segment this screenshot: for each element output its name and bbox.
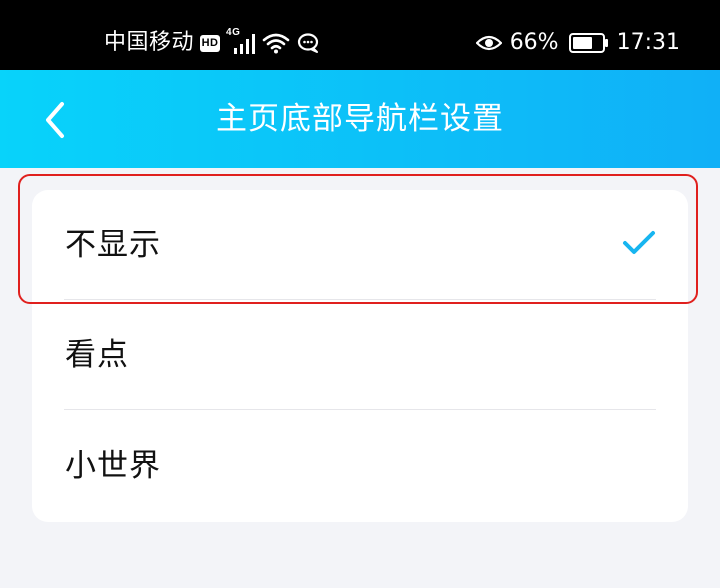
signal-icon: 4G: [226, 28, 256, 56]
status-bar: 中国移动 HD 4G 66% 17:31: [0, 0, 720, 70]
option-label: 小世界: [65, 448, 161, 484]
eye-icon: [475, 35, 502, 51]
option-hide[interactable]: 不显示: [32, 190, 688, 300]
options-card: 不显示 看点 小世界: [32, 190, 688, 522]
status-right-group: 66% 17:31: [475, 28, 680, 58]
carrier-name: 中国移动: [104, 30, 195, 55]
option-label: 看点: [65, 337, 129, 373]
checkmark-icon: [623, 231, 655, 254]
wifi-icon: [262, 33, 290, 54]
signal-bars-icon: [234, 34, 256, 54]
app-header: 主页底部导航栏设置: [0, 70, 720, 168]
option-kandian[interactable]: 看点: [32, 300, 688, 410]
page-title: 主页底部导航栏设置: [216, 101, 504, 137]
battery-icon: [568, 33, 608, 53]
option-label: 不显示: [65, 227, 161, 263]
chat-bubble-icon: [297, 33, 319, 53]
back-button[interactable]: [30, 95, 80, 145]
option-small-world[interactable]: 小世界: [32, 410, 688, 522]
battery-percentage: 66%: [509, 30, 559, 55]
chevron-left-icon: [46, 102, 64, 138]
clock-time: 17:31: [616, 30, 680, 55]
status-left-group: 中国移动 HD 4G: [104, 28, 320, 58]
hd-icon: HD: [200, 34, 221, 52]
